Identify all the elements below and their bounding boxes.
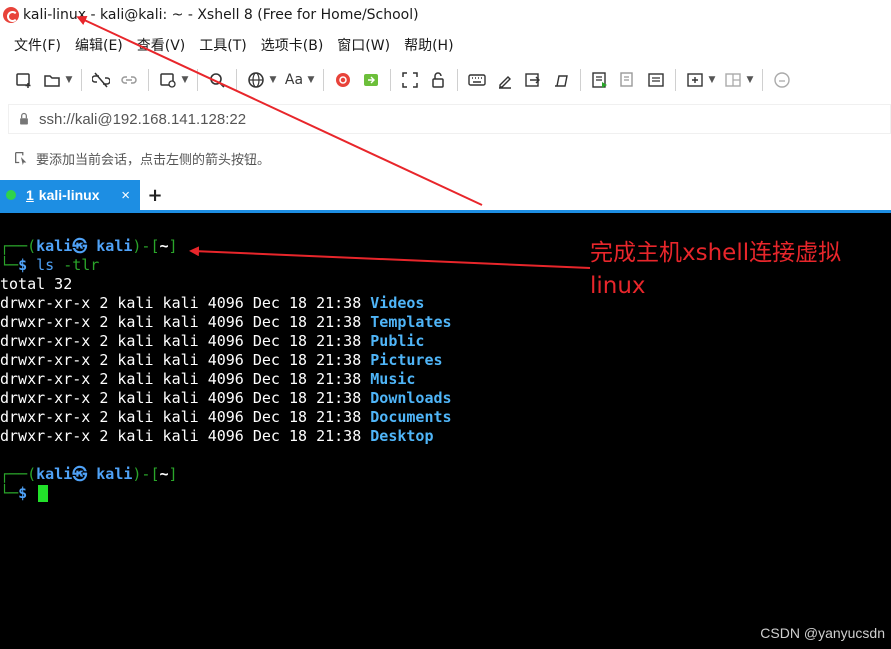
find-icon[interactable] [203,66,231,94]
add-session-arrow-icon[interactable] [12,149,30,167]
chevron-down-icon[interactable]: ▼ [304,66,318,94]
toolbar-divider [457,69,458,91]
chevron-down-icon[interactable]: ▼ [178,66,192,94]
prompt-user: kali㉿ kali [36,237,133,255]
command-line: └─$ ls -tlr [0,256,100,274]
list-item: drwxr-xr-x 2 kali kali 4096 Dec 18 21:38… [0,370,416,388]
address-bar [8,104,891,134]
list-item: drwxr-xr-x 2 kali kali 4096 Dec 18 21:38… [0,427,434,445]
list-item: drwxr-xr-x 2 kali kali 4096 Dec 18 21:38… [0,408,452,426]
disconnect-icon[interactable] [87,66,115,94]
tab-kali-linux[interactable]: 1 kali-linux × [0,180,140,210]
toolbar-divider [197,69,198,91]
prompt-line: ┌──(kali㉿ kali)-[~] [0,465,178,483]
menu-help[interactable]: 帮助(H) [404,35,453,55]
chevron-down-icon[interactable]: ▼ [266,66,280,94]
prompt-dir: ~ [159,237,169,255]
fullscreen-icon[interactable] [396,66,424,94]
session-hint-text: 要添加当前会话，点击左侧的箭头按钮。 [36,152,271,168]
lock-icon [13,108,35,130]
output-total: total 32 [0,275,73,293]
prompt-line: ┌──(kali㉿ kali)-[~] [0,237,178,255]
command-line: └─$ [0,484,49,503]
toolbar-divider [390,69,391,91]
list-item: drwxr-xr-x 2 kali kali 4096 Dec 18 21:38… [0,294,425,312]
chevron-down-icon[interactable]: ▼ [743,66,757,94]
log-icon[interactable] [586,66,614,94]
prompt-symbol: $ [18,256,28,274]
toolbar-divider [148,69,149,91]
copy-icon[interactable] [614,66,642,94]
xshell-icon[interactable] [329,66,357,94]
title-bar: kali-linux - kali@kali: ~ - Xshell 8 (Fr… [0,0,891,30]
lock-icon[interactable] [424,66,452,94]
menu-tools[interactable]: 工具(T) [199,35,246,55]
watermark: CSDN @yanyucsdn [760,625,885,641]
toolbar: ▼ ▼ ▼ Aa ▼ ▼ ▼ [0,64,891,96]
toolbar-divider [323,69,324,91]
tab-label: kali-linux [38,187,100,203]
toolbar-divider [762,69,763,91]
chat-icon[interactable] [768,66,796,94]
toolbar-divider [675,69,676,91]
xftp-icon[interactable] [357,66,385,94]
command-text: ls [36,256,55,274]
annotation-text: 完成主机xshell连接虚拟linux [590,240,842,299]
command-args: -tlr [63,256,100,274]
menu-bar: 文件(F) 编辑(E) 查看(V) 工具(T) 选项卡(B) 窗口(W) 帮助(… [0,32,891,58]
close-icon[interactable]: × [121,187,130,204]
menu-window[interactable]: 窗口(W) [337,35,390,55]
session-hint-bar: 要添加当前会话，点击左侧的箭头按钮。 [0,145,891,171]
list-item: drwxr-xr-x 2 kali kali 4096 Dec 18 21:38… [0,313,452,331]
edit-icon[interactable] [547,66,575,94]
address-input[interactable] [39,110,639,128]
window-title: kali-linux - kali@kali: ~ - Xshell 8 (Fr… [23,7,419,23]
add-tab-button[interactable]: + [140,180,170,210]
highlight-icon[interactable] [491,66,519,94]
toolbar-divider [580,69,581,91]
tab-bar: 1 kali-linux × + [0,180,891,213]
tab-number: 1 [26,187,34,203]
toolbar-divider [81,69,82,91]
keyboard-icon[interactable] [463,66,491,94]
menu-edit[interactable]: 编辑(E) [75,35,123,55]
list-item: drwxr-xr-x 2 kali kali 4096 Dec 18 21:38… [0,332,425,350]
new-session-icon[interactable] [10,66,38,94]
menu-file[interactable]: 文件(F) [14,35,61,55]
list-item: drwxr-xr-x 2 kali kali 4096 Dec 18 21:38… [0,389,452,407]
toolbar-divider [236,69,237,91]
list-item: drwxr-xr-x 2 kali kali 4096 Dec 18 21:38… [0,351,443,369]
chevron-down-icon[interactable]: ▼ [62,66,76,94]
paste-icon[interactable] [642,66,670,94]
menu-view[interactable]: 查看(V) [137,35,186,55]
xshell-logo-icon [3,7,19,23]
menu-tab[interactable]: 选项卡(B) [261,35,324,55]
script-icon[interactable] [519,66,547,94]
connection-status-icon [6,190,16,200]
terminal-cursor [38,485,49,502]
chevron-down-icon[interactable]: ▼ [705,66,719,94]
reconnect-icon[interactable] [115,66,143,94]
